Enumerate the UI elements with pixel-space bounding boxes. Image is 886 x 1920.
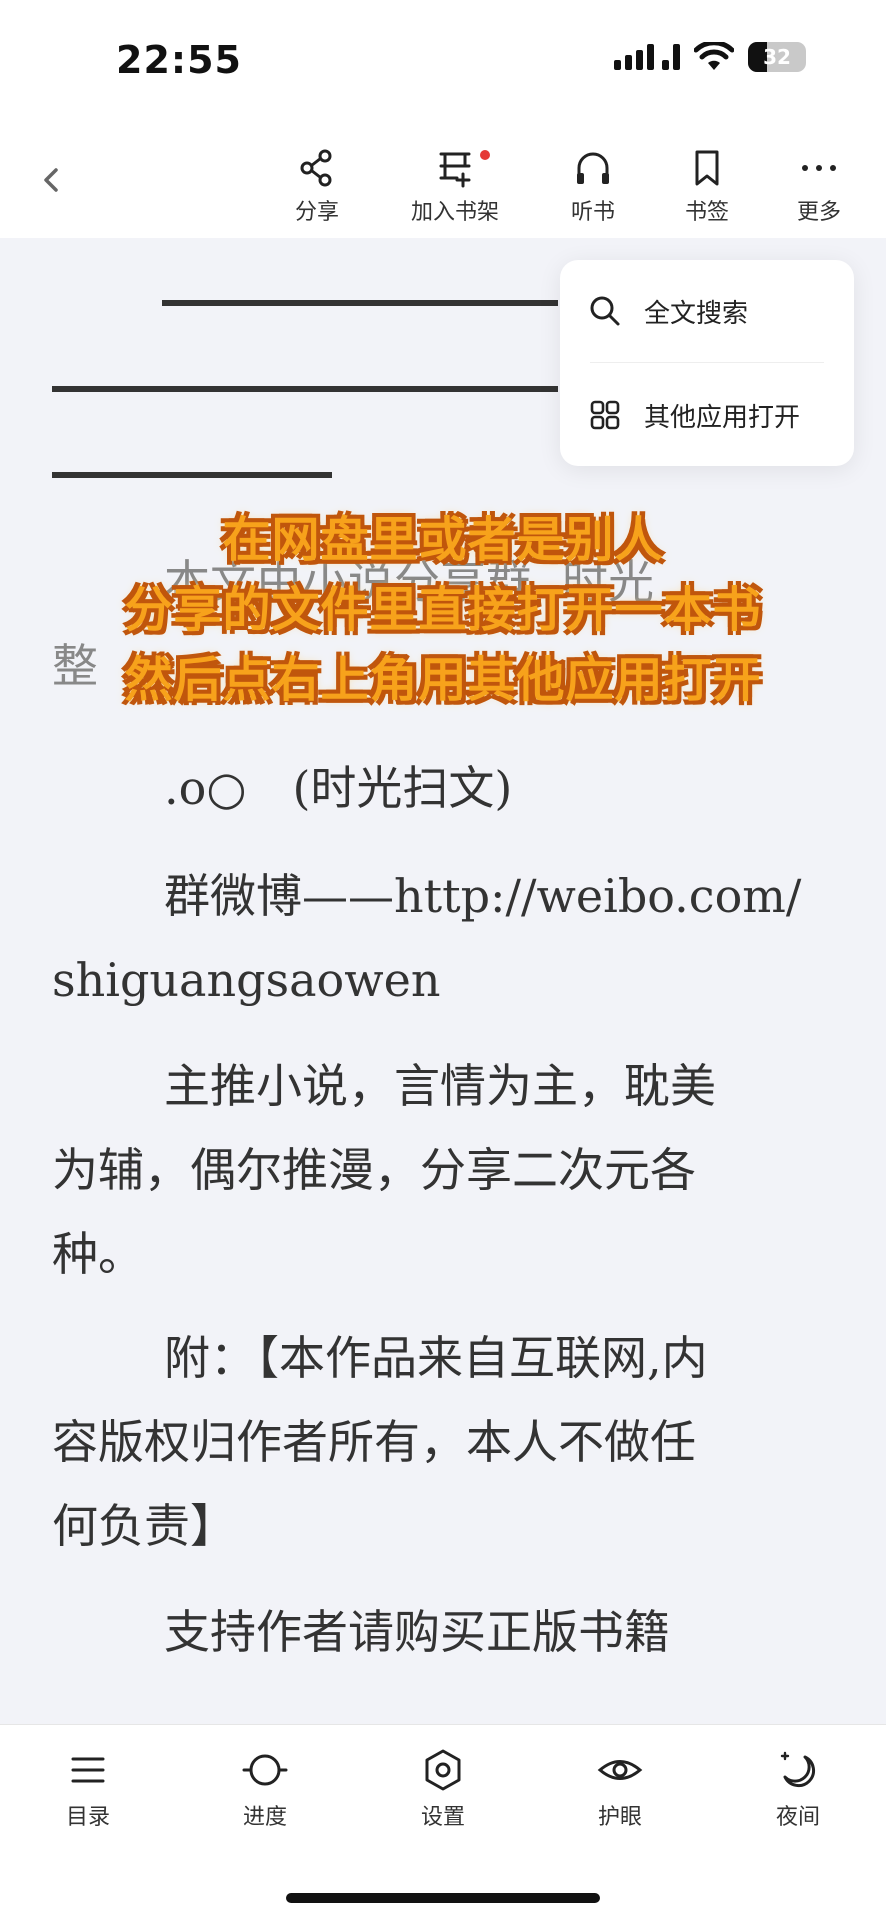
- settings-button[interactable]: 设置: [383, 1747, 503, 1831]
- text-line: 主推小说，言情为主，耽美: [164, 1059, 716, 1113]
- separator-line: [162, 300, 558, 306]
- home-indicator[interactable]: [286, 1893, 600, 1903]
- night-mode-label: 夜间: [775, 1805, 820, 1830]
- text-line: 为辅，偶尔推漫，分享二次元各: [52, 1143, 696, 1197]
- caption-line: 然后点右上角用其他应用打开: [124, 652, 762, 708]
- share-icon: [300, 149, 332, 187]
- progress-circle-icon: [242, 1754, 288, 1786]
- text-line: .o○ (时光扫文): [164, 761, 513, 815]
- reader-bottom-bar: 目录 进度 设置 护眼 夜间: [0, 1724, 886, 1920]
- share-button[interactable]: 分享: [262, 146, 372, 226]
- more-button[interactable]: 更多: [764, 146, 874, 226]
- toc-button[interactable]: 目录: [28, 1747, 148, 1831]
- text-line: 容版权归作者所有，本人不做任: [52, 1415, 696, 1469]
- back-icon[interactable]: [36, 164, 68, 196]
- eye-care-button[interactable]: 护眼: [560, 1747, 680, 1831]
- bookmark-icon: [695, 150, 719, 186]
- bookshelf-add-icon: [439, 152, 471, 188]
- text-line: 支持作者请购买正版书籍: [164, 1605, 670, 1659]
- text-line: 附：【本作品来自互联网,内: [164, 1331, 708, 1385]
- bookmark-button[interactable]: 书签: [652, 146, 762, 226]
- text-line: shiguangsaowen: [52, 953, 441, 1007]
- cellular-signal-icon: [614, 44, 680, 70]
- wifi-icon: [694, 42, 734, 70]
- separator-line: [52, 386, 558, 392]
- menu-item-label: 全文搜索: [644, 298, 749, 329]
- eye-icon: [597, 1760, 643, 1780]
- text-line: 种。: [52, 1227, 144, 1281]
- reader-toolbar: 分享 加入书架 听书 书签 更多: [0, 120, 886, 238]
- status-time: 22:55: [116, 38, 242, 82]
- search-icon: [590, 296, 620, 326]
- moon-icon: [780, 1751, 816, 1788]
- more-dots-icon: [802, 165, 836, 171]
- listen-label: 听书: [570, 200, 615, 225]
- settings-label: 设置: [420, 1805, 465, 1830]
- text-line: 何负责】: [52, 1499, 236, 1553]
- more-label: 更多: [796, 200, 841, 225]
- battery-percent: 32: [763, 45, 791, 69]
- caption-line: 分享的文件里直接打开一本书: [124, 582, 762, 638]
- headphones-icon: [577, 152, 609, 184]
- menu-divider: [590, 362, 824, 363]
- caption-line: 在网盘里或者是别人: [222, 512, 664, 568]
- progress-button[interactable]: 进度: [205, 1747, 325, 1831]
- menu-item-label: 其他应用打开: [644, 402, 801, 433]
- more-menu: 全文搜索 其他应用打开: [560, 260, 854, 466]
- settings-hexagon-icon: [425, 1749, 461, 1791]
- menu-item-fulltext-search[interactable]: 全文搜索: [560, 260, 854, 362]
- toc-label: 目录: [65, 1805, 110, 1830]
- menu-item-open-with-other-app[interactable]: 其他应用打开: [560, 364, 854, 466]
- status-bar: 22:55 32: [0, 0, 886, 120]
- night-mode-button[interactable]: 夜间: [738, 1747, 858, 1831]
- new-badge-dot: [480, 150, 490, 160]
- eye-care-label: 护眼: [597, 1805, 642, 1830]
- add-to-shelf-label: 加入书架: [410, 200, 499, 225]
- add-to-shelf-button[interactable]: 加入书架: [400, 146, 510, 226]
- list-menu-icon: [71, 1757, 105, 1783]
- battery-icon: 32: [748, 42, 806, 72]
- listen-button[interactable]: 听书: [538, 146, 648, 226]
- text-line: 群微博——http://weibo.com/: [164, 869, 802, 923]
- bookmark-label: 书签: [684, 200, 729, 225]
- share-label: 分享: [294, 200, 339, 225]
- separator-line: [52, 472, 332, 478]
- progress-label: 进度: [242, 1805, 287, 1830]
- status-icons: 32: [614, 42, 806, 72]
- apps-grid-icon: [590, 400, 620, 430]
